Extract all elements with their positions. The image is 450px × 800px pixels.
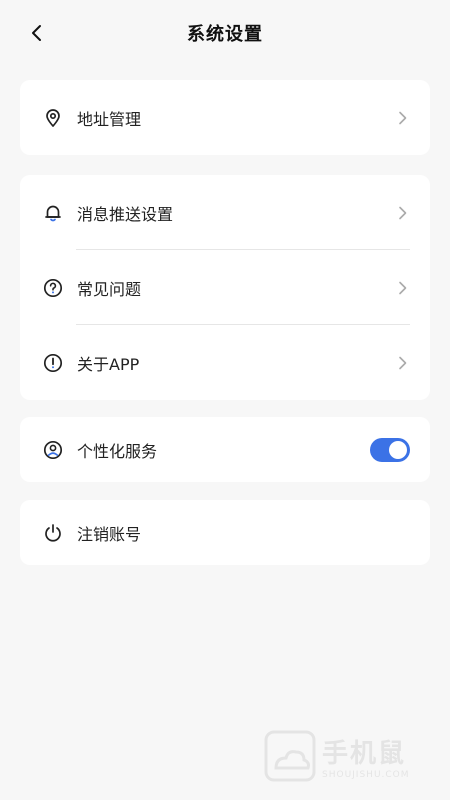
- back-button[interactable]: [22, 18, 52, 48]
- notification-settings-item[interactable]: 消息推送设置: [20, 175, 430, 250]
- watermark-text: 手机鼠: [322, 738, 407, 769]
- faq-item[interactable]: 常见问题: [20, 250, 430, 325]
- faq-label: 常见问题: [77, 279, 142, 299]
- chevron-right-icon: [396, 206, 410, 220]
- chevron-left-icon: [32, 25, 41, 41]
- address-card: 地址管理: [20, 80, 430, 155]
- question-circle-icon: [42, 277, 64, 299]
- info-card: 消息推送设置 常见问题 关于APP: [20, 175, 430, 400]
- personalized-service-item: 个性化服务: [20, 417, 430, 482]
- notification-settings-label: 消息推送设置: [77, 204, 174, 224]
- about-app-item[interactable]: 关于APP: [20, 325, 430, 400]
- chevron-right-icon: [396, 111, 410, 125]
- header-bar: 系统设置: [0, 0, 450, 66]
- address-management-label: 地址管理: [77, 109, 142, 129]
- cancel-account-item[interactable]: 注销账号: [20, 500, 430, 565]
- personalized-service-label: 个性化服务: [77, 441, 158, 461]
- cancel-account-label: 注销账号: [77, 524, 142, 544]
- address-management-item[interactable]: 地址管理: [20, 80, 430, 155]
- cancel-account-card: 注销账号: [20, 500, 430, 565]
- exclamation-circle-icon: [42, 352, 64, 374]
- power-icon: [42, 522, 64, 544]
- toggle-knob: [389, 440, 407, 459]
- watermark: 手机鼠 SHOUJISHU.COM: [262, 726, 432, 786]
- chevron-right-icon: [396, 356, 410, 370]
- bell-icon: [42, 202, 64, 224]
- personalized-service-toggle[interactable]: [370, 437, 410, 462]
- personalized-card: 个性化服务: [20, 417, 430, 482]
- watermark-subtext: SHOUJISHU.COM: [322, 769, 410, 780]
- page-title: 系统设置: [187, 24, 263, 45]
- location-pin-icon: [42, 107, 64, 129]
- watermark-logo-icon: [264, 730, 316, 782]
- chevron-right-icon: [396, 281, 410, 295]
- user-circle-icon: [42, 439, 64, 461]
- about-app-label: 关于APP: [77, 354, 140, 374]
